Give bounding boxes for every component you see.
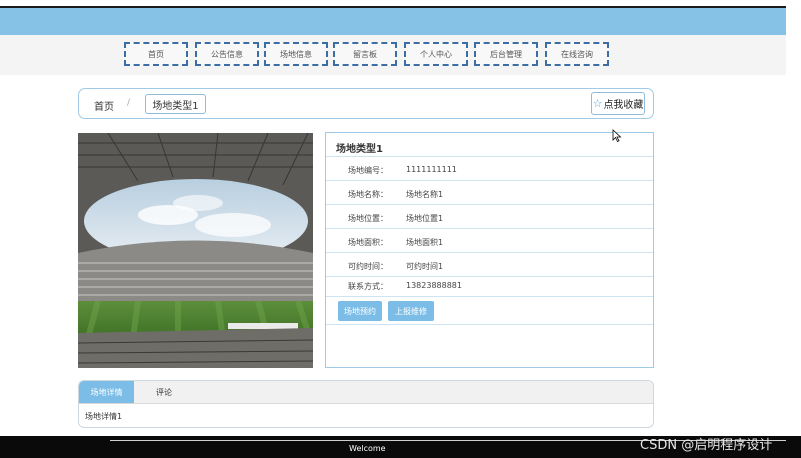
breadcrumb-home-link[interactable]: 首页 — [94, 98, 114, 113]
venue-title: 场地类型1 — [326, 133, 653, 157]
detail-actions: 场地预约 上报维修 — [326, 297, 653, 325]
detail-row-name: 场地名称： 场地名称1 — [326, 181, 653, 205]
tab-content: 场地详情1 — [85, 412, 123, 421]
breadcrumb-separator: / — [127, 98, 131, 108]
footer: Welcome CSDN @启明程序设计 — [0, 436, 801, 458]
nav-item-announcements[interactable]: 公告信息 — [195, 42, 259, 66]
detail-row-area: 场地面积： 场地面积1 — [326, 229, 653, 253]
tab-venue-details[interactable]: 场地详情 — [79, 381, 134, 403]
detail-label: 场地名称： — [348, 190, 388, 199]
detail-label: 可约时间： — [348, 262, 388, 271]
detail-value: 场地面积1 — [406, 238, 444, 247]
breadcrumb-current: 场地类型1 — [145, 94, 206, 114]
nav-item-personal-center[interactable]: 个人中心 — [404, 42, 468, 66]
detail-tabs: 场地详情 评论 场地详情1 — [78, 380, 654, 428]
top-edge — [0, 0, 801, 8]
venue-detail-panel: 场地类型1 场地编号： 1111111111 场地名称： 场地名称1 场地位置：… — [325, 132, 654, 368]
header-banner — [0, 8, 786, 35]
csdn-watermark: CSDN @启明程序设计 — [640, 438, 773, 453]
main-nav: 首页 公告信息 场地信息 留言板 个人中心 后台管理 在线咨询 — [0, 35, 786, 75]
detail-value: 13823888881 — [406, 281, 462, 290]
favorite-label: 点我收藏 — [603, 100, 644, 111]
tab-comments[interactable]: 评论 — [139, 381, 189, 403]
nav-item-message-board[interactable]: 留言板 — [333, 42, 397, 66]
venue-photo — [78, 133, 313, 368]
nav-item-venues[interactable]: 场地信息 — [264, 42, 328, 66]
nav-item-home[interactable]: 首页 — [124, 42, 188, 66]
detail-value: 场地位置1 — [406, 214, 444, 223]
favorite-button[interactable]: ☆ 点我收藏 — [591, 92, 645, 115]
detail-value: 1111111111 — [406, 165, 457, 174]
detail-label: 联系方式： — [348, 282, 388, 291]
detail-row-number: 场地编号： 1111111111 — [326, 157, 653, 181]
detail-value: 场地名称1 — [406, 190, 444, 199]
nav-item-online-consult[interactable]: 在线咨询 — [545, 42, 609, 66]
detail-label: 场地编号： — [348, 166, 388, 175]
tab-bar: 场地详情 评论 — [79, 381, 653, 404]
breadcrumb: 首页 / 场地类型1 ☆ 点我收藏 — [78, 88, 654, 119]
detail-label: 场地位置： — [348, 214, 388, 223]
detail-label: 场地面积： — [348, 238, 388, 247]
footer-welcome: Welcome — [349, 444, 386, 453]
nav-item-admin[interactable]: 后台管理 — [474, 42, 538, 66]
book-venue-button[interactable]: 场地预约 — [338, 301, 382, 321]
report-repair-button[interactable]: 上报维修 — [388, 301, 434, 321]
detail-row-contact: 联系方式： 13823888881 — [326, 273, 653, 297]
mouse-cursor-icon — [612, 129, 622, 143]
detail-row-location: 场地位置： 场地位置1 — [326, 205, 653, 229]
star-outline-icon: ☆ — [592, 97, 603, 110]
detail-value: 可约时间1 — [406, 262, 444, 271]
